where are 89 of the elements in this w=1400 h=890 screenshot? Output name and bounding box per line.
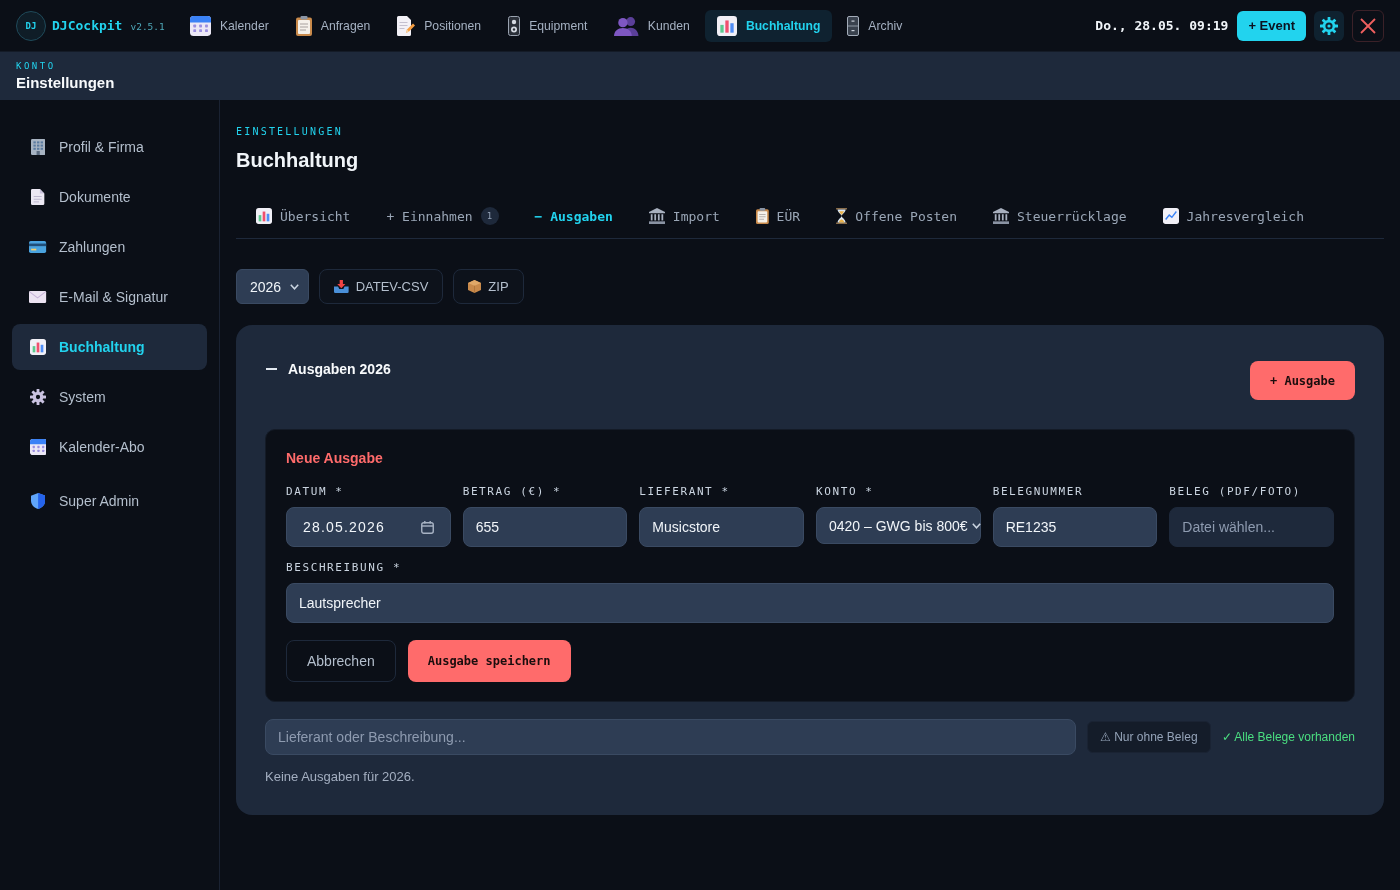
settings-icon bbox=[1320, 16, 1338, 35]
date-field[interactable]: 28.05.2026 bbox=[286, 507, 451, 547]
status-text: ✓ Alle Belege vorhanden bbox=[1221, 730, 1355, 744]
tab[interactable]: Offene Posten bbox=[818, 194, 975, 238]
speaker-icon bbox=[508, 15, 521, 36]
nav-item[interactable]: Kalender bbox=[177, 9, 281, 42]
field-label: BESCHREIBUNG * bbox=[286, 561, 403, 575]
tab[interactable]: Übersicht bbox=[238, 194, 369, 238]
filter-button[interactable]: ⚠ Nur ohne Beleg bbox=[1086, 721, 1211, 753]
app-logo: DJ bbox=[16, 10, 46, 41]
calendar-icon bbox=[29, 439, 47, 455]
sidebar-item[interactable]: Kalender-Abo bbox=[12, 424, 207, 470]
nav-item[interactable]: Positionen bbox=[385, 9, 494, 42]
save-button[interactable]: Ausgabe speichern bbox=[407, 640, 571, 682]
chevron-down-icon bbox=[971, 522, 981, 529]
field-label: KONTO * bbox=[816, 485, 875, 499]
app-version: v2.5.1 bbox=[130, 21, 165, 32]
content-title: Buchhaltung bbox=[236, 148, 360, 172]
document-pencil-icon bbox=[397, 15, 416, 36]
bank-icon bbox=[993, 208, 1009, 224]
inbox-tray-icon bbox=[334, 280, 349, 293]
text-field[interactable]: Musicstore bbox=[639, 507, 804, 547]
field-label: BELEGNUMMER bbox=[992, 485, 1085, 499]
export-button[interactable]: ZIP bbox=[453, 269, 524, 304]
tab[interactable]: EÜR bbox=[737, 194, 819, 238]
nav-item[interactable]: Archiv bbox=[835, 9, 915, 42]
close-icon bbox=[1360, 17, 1376, 34]
file-cabinet-icon bbox=[847, 15, 860, 36]
field-label: LIEFERANT * bbox=[639, 485, 731, 499]
sidebar-item[interactable]: Profil & Firma bbox=[12, 124, 207, 170]
new-event-button[interactable]: + Event bbox=[1237, 10, 1306, 41]
field-label: DATUM * bbox=[286, 485, 345, 499]
number-field[interactable]: 655 bbox=[462, 507, 628, 547]
sidebar-item[interactable]: Buchhaltung bbox=[12, 324, 207, 370]
bar-chart-icon bbox=[30, 339, 46, 355]
calendar-icon bbox=[420, 520, 434, 534]
nav-item[interactable]: Equipment bbox=[496, 9, 600, 42]
bank-icon bbox=[648, 208, 665, 224]
bar-chart-icon bbox=[716, 15, 737, 36]
page-title: Einstellungen bbox=[16, 74, 116, 92]
building-icon bbox=[30, 139, 46, 155]
tab[interactable]: − Ausgaben bbox=[516, 194, 631, 238]
shield-icon bbox=[30, 493, 46, 509]
export-button[interactable]: DATEV-CSV bbox=[319, 269, 444, 304]
section-title: Ausgaben 2026 bbox=[288, 361, 391, 377]
content-eyebrow: EINSTELLUNGEN bbox=[236, 126, 344, 138]
section-eyebrow: KONTO bbox=[16, 60, 57, 72]
field-label: BETRAG (€) * bbox=[462, 485, 563, 499]
chevron-down-icon bbox=[290, 283, 299, 290]
text-field[interactable]: RE1235 bbox=[992, 507, 1158, 547]
clipboard-icon bbox=[755, 208, 769, 224]
line-chart-icon bbox=[1162, 208, 1179, 224]
bar-chart-icon bbox=[256, 208, 272, 224]
hourglass-icon bbox=[836, 208, 848, 224]
nav-item[interactable]: Buchhaltung bbox=[704, 9, 833, 42]
app-name: DJCockpit bbox=[52, 18, 123, 33]
tab[interactable]: Steuerrücklage bbox=[975, 194, 1145, 238]
file-field[interactable]: Datei wählen... bbox=[1169, 507, 1334, 547]
count-badge: 1 bbox=[480, 207, 499, 225]
nav-item[interactable]: Anfragen bbox=[283, 9, 383, 42]
close-button[interactable] bbox=[1352, 9, 1384, 42]
select-field[interactable]: 0420 – GWG bis 800€ bbox=[816, 507, 981, 544]
add-expense-button[interactable]: + Ausgabe bbox=[1249, 361, 1355, 400]
settings-button[interactable] bbox=[1314, 10, 1344, 41]
search-field[interactable]: Lieferant oder Beschreibung... bbox=[265, 719, 1076, 755]
empty-message: Keine Ausgaben für 2026. bbox=[265, 769, 416, 785]
calendar-icon bbox=[189, 15, 211, 36]
clipboard-icon bbox=[295, 15, 312, 36]
package-icon bbox=[468, 280, 482, 293]
envelope-icon bbox=[29, 291, 47, 303]
sidebar-item[interactable]: Super Admin bbox=[12, 478, 207, 524]
credit-card-icon bbox=[29, 241, 47, 253]
field-label: BELEG (PDF/FOTO) bbox=[1169, 485, 1302, 499]
tab[interactable]: + Einnahmen 1 bbox=[368, 194, 517, 238]
date-time: Do., 28.05. 09:19 bbox=[1095, 18, 1229, 33]
sidebar-item[interactable]: System bbox=[12, 374, 207, 420]
tab[interactable]: Import bbox=[630, 194, 738, 238]
year-select[interactable]: 2026 bbox=[236, 269, 309, 304]
gear-icon bbox=[30, 389, 46, 405]
sidebar-item[interactable]: Zahlungen bbox=[12, 224, 207, 270]
nav-item[interactable]: Kunden bbox=[602, 9, 702, 42]
tab[interactable]: Jahresvergleich bbox=[1144, 194, 1322, 238]
document-icon bbox=[31, 189, 45, 205]
cancel-button[interactable]: Abbrechen bbox=[286, 640, 396, 682]
description-field[interactable]: Lautsprecher bbox=[286, 583, 1334, 623]
people-icon bbox=[614, 15, 639, 36]
sidebar-item[interactable]: E-Mail & Signatur bbox=[12, 274, 207, 320]
form-title: Neue Ausgabe bbox=[286, 449, 384, 467]
sidebar-item[interactable]: Dokumente bbox=[12, 174, 207, 220]
